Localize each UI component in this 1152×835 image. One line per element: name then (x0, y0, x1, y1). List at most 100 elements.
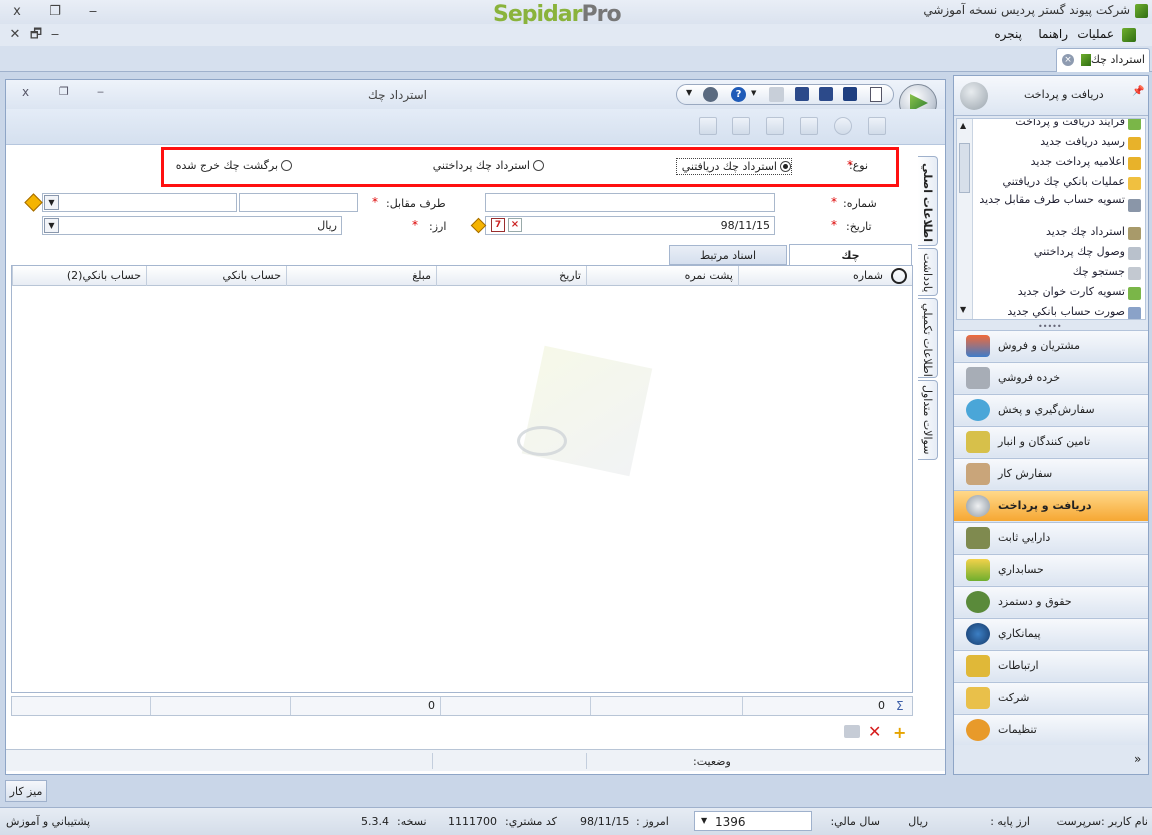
radio-spent-check-return-button[interactable] (281, 160, 292, 171)
submenu-item-card-reader-settlement[interactable]: تسويه كارت خوان جديد (965, 285, 1125, 305)
tab-related-documents[interactable]: اسناد مرتبط (669, 245, 787, 265)
save-close-icon[interactable] (795, 87, 809, 101)
submenu-item-new-check-return[interactable]: استرداد چك جديد (965, 225, 1125, 245)
column-header-bank-account-2[interactable]: حساب بانكي(2) (12, 266, 146, 286)
print-icon[interactable] (769, 87, 784, 102)
attach-icon[interactable] (699, 117, 717, 135)
radio-received-check-button[interactable] (780, 161, 791, 172)
nav-contracting[interactable]: پيمانكاري (954, 618, 1148, 649)
counterparty-name-input[interactable] (42, 193, 237, 212)
copy-icon[interactable] (732, 117, 750, 135)
submenu-item-paid-check-collection[interactable]: وصول چك پرداختني (965, 245, 1125, 265)
form-minimize-button[interactable]: ‒ (97, 85, 104, 98)
minimize-window-button[interactable]: ‒ (82, 2, 104, 22)
menu-operations[interactable]: عمليات (1077, 27, 1114, 41)
delete-icon[interactable] (834, 117, 852, 135)
currency-select[interactable]: ريال (42, 216, 342, 235)
number-input[interactable] (485, 193, 775, 212)
add-row-icon[interactable]: + (893, 723, 906, 742)
mdi-minimize-button[interactable]: ‒ (44, 25, 66, 45)
column-header-back-number[interactable]: پشت نمره (586, 266, 738, 286)
nav-company[interactable]: شركت (954, 682, 1148, 713)
distribution-globe-icon (966, 399, 990, 421)
help-icon[interactable]: ? (731, 87, 746, 102)
nav-payroll[interactable]: حقوق و دستمزد (954, 586, 1148, 617)
toolbar-dropdown-icon[interactable]: ▼ (686, 88, 692, 97)
status-support-link[interactable]: پشتيباني و آموزش (6, 815, 90, 828)
help-dropdown-icon[interactable]: ▼ (751, 89, 756, 97)
check-collection-icon (1128, 247, 1141, 260)
side-tab-extra-info[interactable]: اطلاعات تكميلي (918, 298, 938, 378)
delete-row-icon[interactable]: ✕ (868, 722, 881, 741)
new-document-icon[interactable] (870, 87, 882, 102)
date-input[interactable]: 98/11/15 (485, 216, 775, 235)
side-tab-main-info[interactable]: اطلاعات اصلي (918, 156, 938, 246)
column-header-number[interactable]: شماره (738, 266, 888, 286)
submenu-item-bank-statement[interactable]: صورت حساب بانكي جديد (965, 305, 1125, 319)
side-tab-faq[interactable]: سوالات متداول (918, 380, 938, 460)
settings-gear-icon (966, 719, 990, 741)
customers-sales-icon (966, 335, 990, 357)
fiscal-year-dropdown-icon[interactable]: ▼ (701, 816, 707, 825)
next-icon[interactable] (800, 117, 818, 135)
nav-receipt-payment[interactable]: دريافت و پرداخت (954, 490, 1148, 521)
restore-window-button[interactable]: ❐ (44, 2, 66, 22)
currency-dropdown-icon[interactable]: ▼ (44, 218, 59, 233)
menu-help[interactable]: راهنما (1038, 27, 1068, 41)
submenu-item-check-search[interactable]: جستجو چك (965, 265, 1125, 285)
fiscal-year-select[interactable]: ▼ 1396 (694, 811, 812, 831)
submenu-item-counterparty-settlement[interactable]: تسويه حساب طرف مقابل جديد (965, 193, 1125, 223)
column-header-date[interactable]: تاريخ (436, 266, 586, 286)
title-bar: x ❐ ‒ SepidarPro شرکت پیوند گستر پردیس ن… (0, 0, 1152, 27)
form-restore-button[interactable]: ❐ (59, 85, 69, 98)
radio-spent-check-return[interactable]: برگشت چك خرج شده (174, 159, 292, 175)
grid-search-icon[interactable] (891, 268, 907, 284)
close-tab-icon[interactable]: × (1062, 54, 1074, 66)
menu-window[interactable]: پنجره (994, 27, 1022, 41)
column-header-amount[interactable]: مبلغ (286, 266, 436, 286)
side-tab-notes[interactable]: يادداشت (918, 248, 938, 296)
form-close-button[interactable]: x (22, 85, 29, 99)
nav-communications[interactable]: ارتباطات (954, 650, 1148, 681)
submenu-item-new-receipt[interactable]: رسيد دريافت جديد (965, 135, 1125, 155)
nav-fixed-assets[interactable]: دارايي ثابت (954, 522, 1148, 553)
radio-paid-check[interactable]: استرداد چك پرداختني (426, 159, 544, 175)
nav-suppliers-inventory[interactable]: تامين كنندگان و انبار (954, 426, 1148, 457)
counterparty-dropdown-icon[interactable]: ▼ (44, 195, 59, 210)
save-icon[interactable] (843, 87, 857, 101)
status-customer-code-label: كد مشتري: (505, 815, 557, 828)
sepidar-watermark (521, 345, 653, 477)
expand-panel-icon[interactable]: » (1134, 752, 1141, 766)
nav-customers-sales[interactable]: مشتريان و فروش (954, 330, 1148, 361)
counterparty-code-input[interactable] (239, 193, 358, 212)
previous-icon[interactable] (766, 117, 784, 135)
mdi-close-button[interactable]: ✕ (4, 25, 26, 45)
settlement-icon (1128, 199, 1141, 212)
status-today-value: 98/11/15 (580, 815, 630, 828)
nav-settings[interactable]: تنظيمات (954, 714, 1148, 745)
app-icon (1135, 4, 1148, 18)
calendar-icon[interactable]: 7 (491, 218, 505, 232)
save-new-icon[interactable] (819, 87, 833, 101)
submenu-item-new-payment-notice[interactable]: اعلاميه پرداخت جديد (965, 155, 1125, 175)
row-options-icon[interactable] (844, 725, 860, 738)
nav-retail[interactable]: خرده فروشي (954, 362, 1148, 393)
nav-work-order[interactable]: سفارش كار (954, 458, 1148, 489)
clear-date-icon[interactable]: × (508, 218, 522, 232)
radio-received-check[interactable]: استرداد چك دريافتني (676, 158, 792, 175)
submenu-item-process[interactable]: فرايند دريافت و پرداخت (965, 119, 1125, 135)
edit-icon[interactable] (868, 117, 886, 135)
nav-order-distribution[interactable]: سفارش‌گيري و پخش (954, 394, 1148, 425)
nav-accounting[interactable]: حسابداري (954, 554, 1148, 585)
close-window-button[interactable]: x (6, 2, 28, 22)
desktop-button[interactable]: ميز كار (5, 780, 47, 802)
tab-check[interactable]: چك (789, 244, 912, 267)
pin-icon[interactable]: 📌 (1132, 86, 1144, 97)
document-tab-check-return[interactable]: × استرداد چك (1056, 48, 1150, 72)
secondary-toolbar (6, 109, 945, 145)
number-required-mark: * (831, 195, 837, 209)
submenu-item-bank-operations[interactable]: عمليات بانكي چك دريافتني (965, 175, 1125, 195)
radio-paid-check-button[interactable] (533, 160, 544, 171)
tools-icon[interactable] (703, 87, 718, 102)
column-header-bank-account[interactable]: حساب بانكي (146, 266, 286, 286)
